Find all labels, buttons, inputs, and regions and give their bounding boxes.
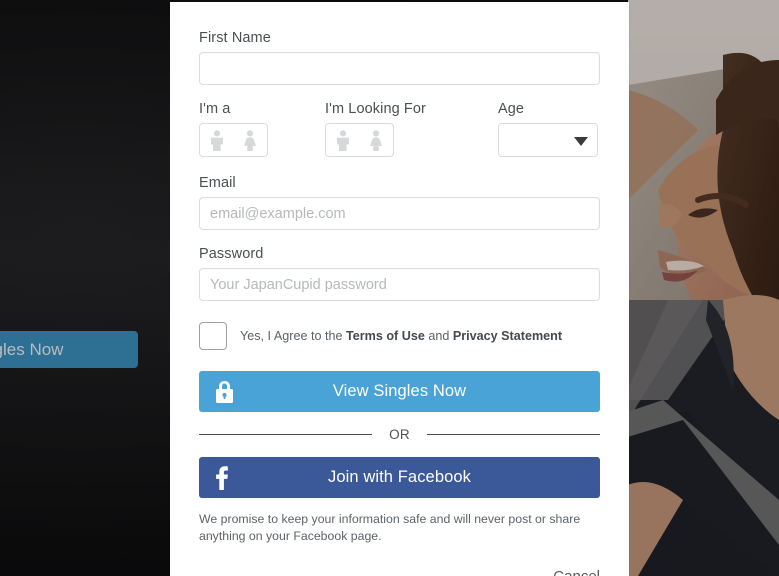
- looking-for-male-option[interactable]: [326, 124, 360, 156]
- im-a-group: I'm a: [199, 101, 325, 157]
- privacy-promise-text: We promise to keep your information safe…: [199, 512, 581, 543]
- age-select-wrapper: [498, 123, 598, 157]
- background-subline: g Site With Over 1: [0, 262, 195, 291]
- im-a-selector[interactable]: [199, 123, 268, 157]
- im-looking-for-selector[interactable]: [325, 123, 394, 157]
- first-name-label: First Name: [199, 30, 271, 46]
- cancel-link[interactable]: Cancel: [553, 568, 600, 576]
- terms-row: Yes, I Agree to the Terms of Use and Pri…: [199, 322, 600, 350]
- terms-text: Yes, I Agree to the Terms of Use and Pri…: [240, 328, 562, 344]
- im-a-male-option[interactable]: [200, 124, 234, 156]
- im-looking-for-group: I'm Looking For: [325, 101, 498, 157]
- email-input[interactable]: [199, 197, 600, 230]
- first-name-input[interactable]: [199, 52, 600, 85]
- male-icon: [335, 129, 351, 151]
- password-label: Password: [199, 246, 264, 262]
- divider-line-left: [199, 434, 373, 435]
- looking-for-female-option[interactable]: [360, 124, 394, 156]
- or-divider: OR: [199, 427, 601, 442]
- hero-photo-illustration: [628, 0, 779, 576]
- signup-page: anese S g Site With Over 1 ew Singles No…: [0, 0, 779, 576]
- female-icon: [242, 129, 258, 151]
- terms-of-use-link[interactable]: Terms of Use: [346, 329, 425, 343]
- background-headline: anese S: [0, 178, 190, 232]
- im-a-label: I'm a: [199, 101, 231, 117]
- join-with-facebook-label: Join with Facebook: [327, 468, 472, 486]
- privacy-statement-link[interactable]: Privacy Statement: [453, 329, 562, 343]
- join-with-facebook-button[interactable]: Join with Facebook: [199, 457, 600, 498]
- facebook-f-icon: [215, 465, 229, 491]
- cancel-row: Cancel: [199, 568, 600, 576]
- terms-prefix: Yes, I Agree to the: [240, 328, 346, 343]
- im-a-female-option[interactable]: [234, 124, 268, 156]
- view-singles-now-label: View Singles Now: [332, 382, 467, 400]
- age-label: Age: [498, 101, 525, 117]
- im-looking-for-label: I'm Looking For: [325, 101, 426, 117]
- background-view-singles-button[interactable]: ew Singles Now: [0, 331, 138, 368]
- view-singles-now-button[interactable]: View Singles Now: [199, 371, 600, 412]
- email-label: Email: [199, 175, 236, 191]
- terms-middle: and: [424, 328, 453, 343]
- divider-label: OR: [389, 427, 410, 442]
- age-group: Age: [498, 101, 598, 157]
- age-select[interactable]: [498, 123, 598, 157]
- male-icon: [209, 129, 225, 151]
- lock-icon: [215, 380, 234, 404]
- female-icon: [368, 129, 384, 151]
- divider-line-right: [426, 434, 601, 435]
- signup-modal: First Name I'm a I'm Looking For Age Ema…: [170, 2, 629, 576]
- gender-age-row: I'm a I'm Looking For Age: [199, 101, 600, 157]
- password-input[interactable]: [199, 268, 600, 301]
- hero-photo: [628, 0, 779, 576]
- terms-checkbox[interactable]: [199, 322, 227, 350]
